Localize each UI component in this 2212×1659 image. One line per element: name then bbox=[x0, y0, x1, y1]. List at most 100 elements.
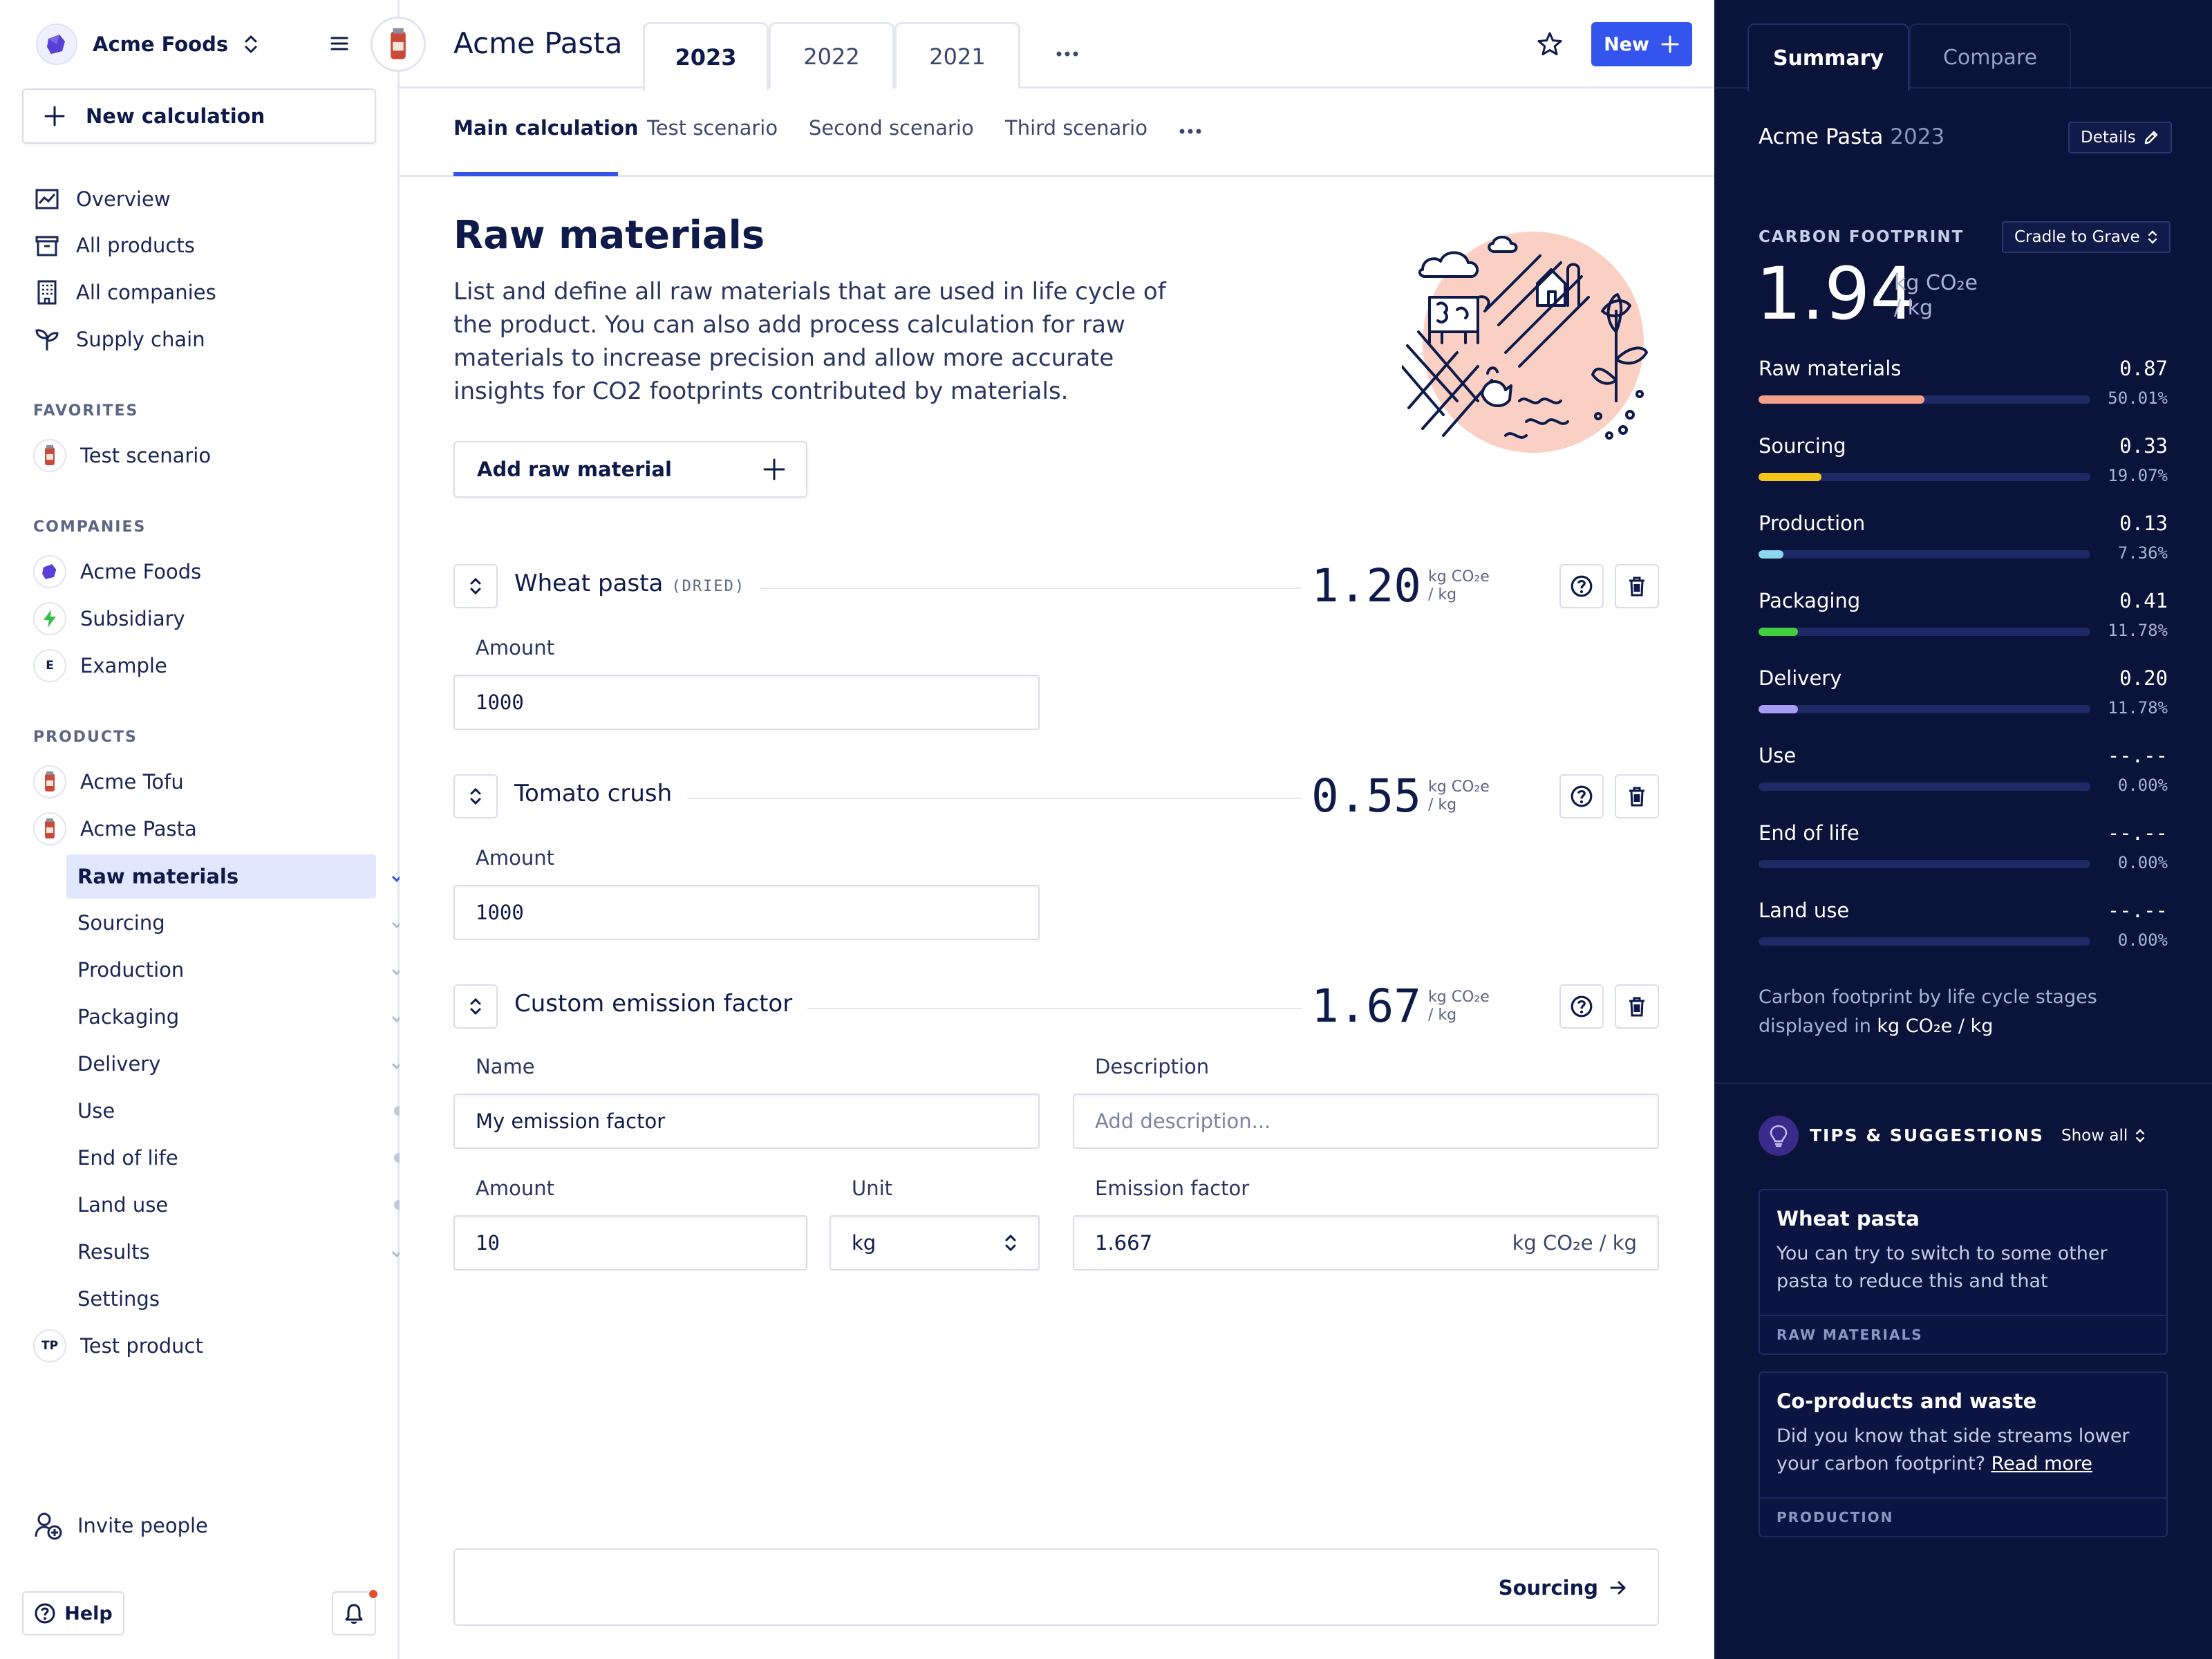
question-circle-icon bbox=[1571, 995, 1593, 1018]
material-help-button[interactable] bbox=[1559, 774, 1604, 818]
next-step-label: Sourcing bbox=[1498, 1576, 1598, 1600]
material-name-text: Wheat pasta bbox=[514, 570, 664, 597]
new-button[interactable]: New bbox=[1591, 22, 1692, 66]
tip-body: You can try to switch to some other past… bbox=[1777, 1243, 2108, 1292]
unit-line: / kg bbox=[1428, 586, 1457, 603]
emission-factor-input[interactable]: 1.667 kg CO₂e / kg bbox=[1073, 1215, 1659, 1271]
more-scenarios-icon[interactable] bbox=[1177, 124, 1204, 138]
show-all-button[interactable]: Show all bbox=[2049, 1120, 2158, 1152]
material-tag: (DRIED) bbox=[671, 578, 746, 595]
sidebar-item-delivery[interactable]: Delivery bbox=[66, 1042, 376, 1086]
expand-toggle[interactable] bbox=[453, 774, 498, 818]
material-delete-button[interactable] bbox=[1615, 774, 1659, 818]
nav-supply-chain[interactable]: Supply chain bbox=[33, 319, 205, 359]
tab-test-scenario[interactable]: Test scenario bbox=[647, 116, 778, 151]
more-years-icon[interactable] bbox=[1053, 47, 1081, 61]
amount-label: Amount bbox=[476, 846, 554, 870]
add-raw-material-button[interactable]: Add raw material bbox=[453, 441, 807, 498]
product-test-product[interactable]: TP Test product bbox=[33, 1326, 203, 1366]
org-switcher[interactable]: Acme Foods bbox=[36, 21, 259, 68]
product-avatar[interactable] bbox=[371, 17, 426, 72]
material-help-button[interactable] bbox=[1559, 564, 1604, 608]
new-calculation-button[interactable]: New calculation bbox=[22, 88, 376, 144]
sidebar-item-sourcing[interactable]: Sourcing bbox=[66, 901, 376, 945]
scope-select[interactable]: Cradle to Grave bbox=[2002, 221, 2171, 253]
material-delete-button[interactable] bbox=[1615, 564, 1659, 608]
nav-overview[interactable]: Overview bbox=[33, 179, 171, 219]
details-button[interactable]: Details bbox=[2068, 122, 2172, 153]
tomato-crush-amount-input[interactable]: 1000 bbox=[453, 885, 1040, 940]
company-label: Acme Foods bbox=[80, 560, 202, 583]
next-step-sourcing-button[interactable]: Sourcing bbox=[1499, 1576, 1627, 1600]
nav-all-companies[interactable]: All companies bbox=[33, 272, 216, 312]
company-subsidiary[interactable]: Subsidiary bbox=[33, 599, 185, 639]
tab-summary[interactable]: Summary bbox=[1747, 24, 1909, 91]
menu-icon[interactable] bbox=[328, 32, 351, 55]
help-button[interactable]: Help bbox=[22, 1591, 124, 1635]
stage-sourcing: Sourcing 0.33 19.07% bbox=[1759, 434, 2168, 503]
chevron-updown-icon bbox=[470, 997, 481, 1015]
favorite-test-scenario[interactable]: Test scenario bbox=[33, 435, 211, 476]
stage-value: 0.13 bbox=[2119, 512, 2168, 535]
companies-heading: COMPANIES bbox=[33, 518, 147, 536]
expand-toggle[interactable] bbox=[453, 984, 498, 1029]
product-acme-tofu[interactable]: Acme Tofu bbox=[33, 762, 184, 802]
company-example[interactable]: E Example bbox=[33, 646, 167, 686]
stage-bar-track bbox=[1759, 628, 2090, 636]
tip-title: Wheat pasta bbox=[1777, 1207, 1920, 1230]
add-raw-material-label: Add raw material bbox=[477, 458, 672, 481]
question-circle-icon bbox=[1571, 575, 1593, 597]
tab-compare[interactable]: Compare bbox=[1909, 24, 2071, 90]
stage-name: Production bbox=[1759, 512, 1866, 535]
tips-title: TIPS & SUGGESTIONS bbox=[1810, 1125, 2044, 1145]
custom-amount-input[interactable]: 10 bbox=[453, 1215, 807, 1271]
tab-main-calculation[interactable]: Main calculation bbox=[453, 116, 639, 151]
sidebar-item-results[interactable]: Results bbox=[66, 1230, 376, 1274]
stage-bar-fill bbox=[1759, 705, 1798, 713]
wheat-pasta-amount-input[interactable]: 1000 bbox=[453, 675, 1040, 730]
invite-people-button[interactable]: Invite people bbox=[33, 1507, 208, 1544]
custom-description-input[interactable]: Add description... bbox=[1073, 1094, 1659, 1149]
tip-category: PRODUCTION bbox=[1760, 1497, 2166, 1536]
tip-card[interactable]: Co-products and waste Did you know that … bbox=[1759, 1371, 2168, 1537]
product-acme-pasta[interactable]: Acme Pasta bbox=[33, 809, 197, 849]
panel-tabs: Summary Compare bbox=[1714, 0, 2212, 91]
product-label: Acme Tofu bbox=[80, 770, 184, 794]
sidebar-item-packaging[interactable]: Packaging bbox=[66, 995, 376, 1039]
stage-land-use: Land use --.-- 0.00% bbox=[1759, 899, 2168, 968]
unit-line: kg CO₂e bbox=[1428, 568, 1490, 585]
tip-card[interactable]: Wheat pasta You can try to switch to som… bbox=[1759, 1189, 2168, 1355]
material-footprint-value: 0.55 bbox=[1302, 773, 1421, 820]
emission-factor-value: 1.667 bbox=[1095, 1231, 1153, 1255]
sidebar-item-use[interactable]: Use bbox=[66, 1089, 376, 1133]
material-delete-button[interactable] bbox=[1615, 984, 1659, 1029]
stage-production: Production 0.13 7.36% bbox=[1759, 512, 2168, 581]
stage-value: --.-- bbox=[2107, 899, 2168, 922]
expand-toggle[interactable] bbox=[453, 564, 498, 608]
panel-product-name: Acme Pasta bbox=[1759, 124, 1884, 149]
material-help-button[interactable] bbox=[1559, 984, 1604, 1029]
sidebar: Acme Foods New calculation Overview All … bbox=[0, 0, 406, 1659]
notifications-button[interactable] bbox=[332, 1588, 379, 1635]
sidebar-item-raw-materials[interactable]: Raw materials bbox=[66, 854, 376, 899]
stage-use: Use --.-- 0.00% bbox=[1759, 744, 2168, 813]
tab-second-scenario[interactable]: Second scenario bbox=[809, 116, 974, 151]
chart-icon bbox=[35, 189, 59, 209]
stage-delivery: Delivery 0.20 11.78% bbox=[1759, 666, 2168, 735]
tab-year-2022[interactable]: 2022 bbox=[769, 22, 894, 88]
tab-year-2023[interactable]: 2023 bbox=[643, 22, 769, 91]
custom-name-input[interactable]: My emission factor bbox=[453, 1094, 1040, 1149]
sidebar-item-land-use[interactable]: Land use bbox=[66, 1183, 376, 1227]
unit-select[interactable]: kg bbox=[830, 1215, 1040, 1271]
read-more-link[interactable]: Read more bbox=[1991, 1453, 2092, 1474]
sidebar-item-production[interactable]: Production bbox=[66, 948, 376, 992]
sidebar-item-settings[interactable]: Settings bbox=[66, 1277, 376, 1321]
sidebar-item-end-of-life[interactable]: End of life bbox=[66, 1136, 376, 1180]
tab-third-scenario[interactable]: Third scenario bbox=[1005, 116, 1147, 151]
tab-year-2021[interactable]: 2021 bbox=[894, 22, 1020, 88]
star-icon[interactable] bbox=[1536, 30, 1564, 58]
nav-all-products[interactable]: All products bbox=[33, 225, 195, 265]
company-acme-foods[interactable]: Acme Foods bbox=[33, 552, 201, 592]
invite-label: Invite people bbox=[77, 1514, 208, 1537]
tip-category: RAW MATERIALS bbox=[1760, 1315, 2166, 1353]
